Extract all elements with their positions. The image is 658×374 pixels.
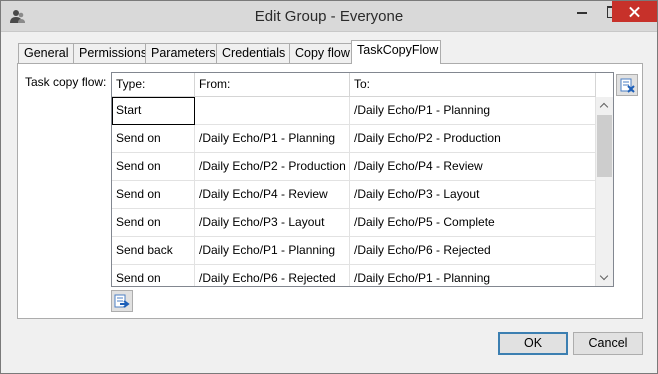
table-row[interactable]: Send on /Daily Echo/P2 - Production /Dai… <box>112 153 596 181</box>
scroll-down-arrow-icon[interactable] <box>596 269 613 286</box>
window-title: Edit Group - Everyone <box>254 8 404 25</box>
cell-from[interactable] <box>195 97 350 125</box>
cell-from[interactable]: /Daily Echo/P1 - Planning <box>195 237 350 265</box>
cell-type[interactable]: Send on <box>112 153 195 181</box>
tab-taskcopyflow[interactable]: TaskCopyFlow <box>351 40 441 64</box>
tab-copy-flow[interactable]: Copy flow <box>289 43 352 64</box>
delete-row-button[interactable] <box>616 74 638 96</box>
cell-to[interactable]: /Daily Echo/P2 - Production <box>350 125 596 153</box>
table-row[interactable]: Start /Daily Echo/P1 - Planning <box>112 97 596 125</box>
cell-to[interactable]: /Daily Echo/P3 - Layout <box>350 181 596 209</box>
cell-type[interactable]: Send on <box>112 125 195 153</box>
cell-type[interactable]: Send on <box>112 209 195 237</box>
ok-button[interactable]: OK <box>498 332 568 355</box>
title-bar[interactable]: Edit Group - Everyone <box>1 1 657 32</box>
cell-type[interactable]: Send on <box>112 265 195 286</box>
tab-credentials[interactable]: Credentials <box>216 43 290 64</box>
column-header-to[interactable]: To: <box>350 73 596 97</box>
task-copy-flow-label: Task copy flow: <box>25 75 107 89</box>
cell-to[interactable]: /Daily Echo/P4 - Review <box>350 153 596 181</box>
tab-parameters[interactable]: Parameters <box>145 43 217 64</box>
tab-panel: Task copy flow: Type: From: To: Start /D… <box>17 63 643 319</box>
tab-general[interactable]: General <box>18 43 74 64</box>
cell-to[interactable]: /Daily Echo/P5 - Complete <box>350 209 596 237</box>
cell-to[interactable]: /Daily Echo/P1 - Planning <box>350 97 596 125</box>
cell-type[interactable]: Send on <box>112 181 195 209</box>
edit-group-dialog: Edit Group - Everyone General Permission… <box>0 0 658 374</box>
add-row-button[interactable] <box>111 290 133 312</box>
column-header-type[interactable]: Type: <box>112 73 195 97</box>
table-row[interactable]: Send on /Daily Echo/P3 - Layout /Daily E… <box>112 209 596 237</box>
minimize-button[interactable] <box>567 1 597 22</box>
column-header-from[interactable]: From: <box>195 73 350 97</box>
cell-from[interactable]: /Daily Echo/P6 - Rejected <box>195 265 350 286</box>
cell-to[interactable]: /Daily Echo/P6 - Rejected <box>350 237 596 265</box>
cell-from[interactable]: /Daily Echo/P1 - Planning <box>195 125 350 153</box>
scrollbar-thumb[interactable] <box>597 115 612 177</box>
scroll-up-arrow-icon[interactable] <box>596 97 613 114</box>
cell-from[interactable]: /Daily Echo/P2 - Production <box>195 153 350 181</box>
cancel-button[interactable]: Cancel <box>573 332 643 355</box>
task-copy-flow-grid[interactable]: Type: From: To: Start /Daily Echo/P1 - P… <box>111 72 614 287</box>
table-row[interactable]: Send on /Daily Echo/P1 - Planning /Daily… <box>112 125 596 153</box>
tab-permissions[interactable]: Permissions <box>73 43 147 64</box>
table-row[interactable]: Send on /Daily Echo/P6 - Rejected /Daily… <box>112 265 596 286</box>
cell-from[interactable]: /Daily Echo/P3 - Layout <box>195 209 350 237</box>
grid-header: Type: From: To: <box>112 73 596 97</box>
table-row[interactable]: Send back /Daily Echo/P1 - Planning /Dai… <box>112 237 596 265</box>
cell-type[interactable]: Send back <box>112 237 195 265</box>
cell-type[interactable]: Start <box>112 97 195 125</box>
table-row[interactable]: Send on /Daily Echo/P4 - Review /Daily E… <box>112 181 596 209</box>
cell-to[interactable]: /Daily Echo/P1 - Planning <box>350 265 596 286</box>
cell-from[interactable]: /Daily Echo/P4 - Review <box>195 181 350 209</box>
vertical-scrollbar[interactable] <box>596 97 613 286</box>
close-button[interactable] <box>612 1 657 22</box>
